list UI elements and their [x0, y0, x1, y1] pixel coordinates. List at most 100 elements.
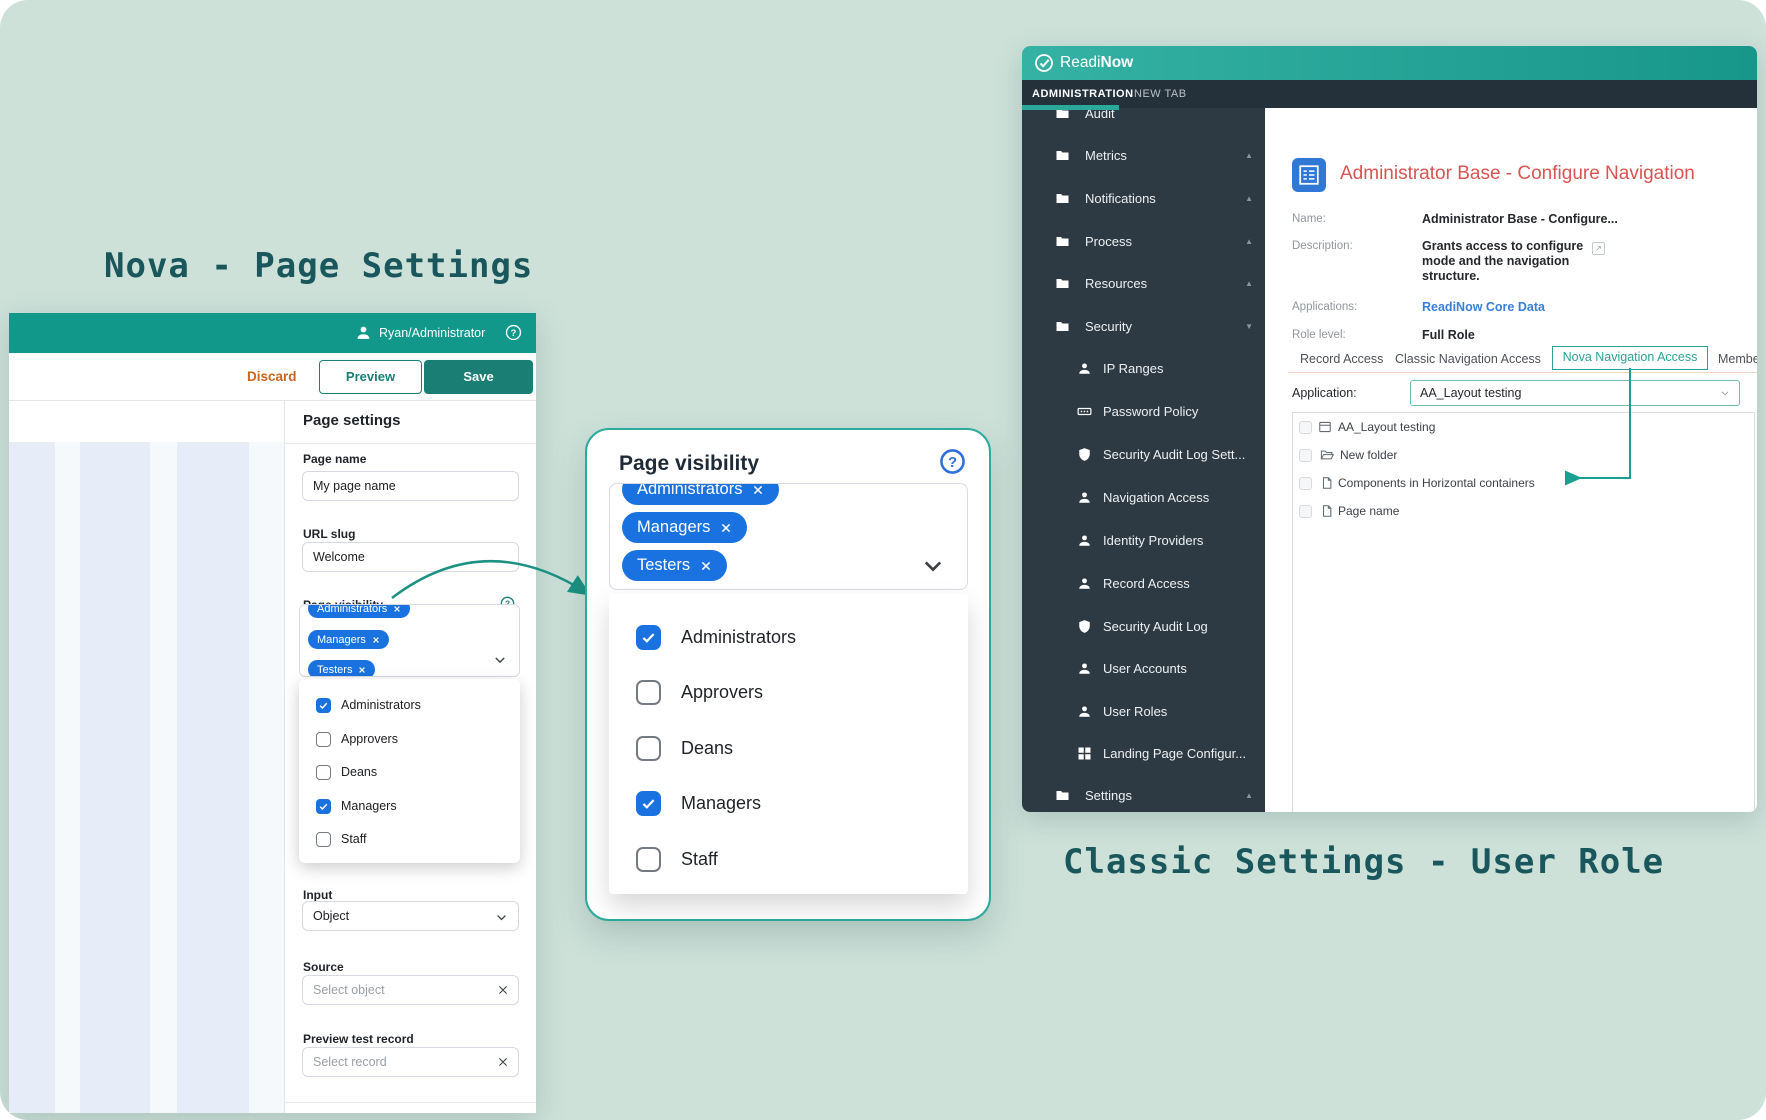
save-button[interactable]: Save: [424, 360, 533, 394]
visibility-dropdown-large: Administrators Approvers Deans Managers …: [609, 594, 968, 894]
sidebar-item-password-policy[interactable]: Password Policy: [1022, 401, 1265, 421]
option-approvers[interactable]: Approvers: [299, 727, 520, 751]
checkbox-unchecked-icon[interactable]: [316, 732, 331, 747]
tree-checkbox[interactable]: [1299, 449, 1312, 462]
option-staff[interactable]: Staff: [609, 844, 968, 874]
tab-record-access[interactable]: Record Access: [1300, 352, 1383, 366]
checkbox-unchecked-icon[interactable]: [636, 847, 661, 872]
tab-new-tab[interactable]: NEW TAB: [1134, 80, 1187, 108]
chip-remove-icon[interactable]: [752, 484, 764, 496]
tab-administration[interactable]: ADMINISTRATION: [1032, 80, 1134, 108]
clear-source-icon[interactable]: [497, 984, 509, 996]
sidebar-item-security[interactable]: Security ▼: [1022, 316, 1265, 336]
expand-arrow-icon[interactable]: ▼: [1245, 322, 1253, 331]
chevron-down-icon[interactable]: [921, 554, 945, 578]
option-managers[interactable]: Managers: [299, 794, 520, 818]
current-user-label: Ryan/Administrator: [379, 313, 485, 353]
sidebar-item-ip-ranges[interactable]: IP Ranges: [1022, 358, 1265, 378]
chip-remove-icon[interactable]: [372, 636, 380, 644]
checkbox-unchecked-icon[interactable]: [316, 832, 331, 847]
collapse-arrow-icon[interactable]: ▲: [1245, 237, 1253, 246]
sidebar-item-security-audit-log-settings[interactable]: Security Audit Log Sett...: [1022, 444, 1265, 464]
tree-checkbox[interactable]: [1299, 505, 1312, 518]
checkbox-checked-icon[interactable]: [636, 625, 661, 650]
option-deans[interactable]: Deans: [609, 733, 968, 763]
applications-field-label: Applications:: [1292, 301, 1357, 313]
folder-icon: [1055, 191, 1070, 206]
input-select[interactable]: Object: [302, 901, 519, 931]
sidebar-item-record-access[interactable]: Record Access: [1022, 573, 1265, 593]
popup-help-icon[interactable]: ?: [939, 448, 966, 475]
collapse-arrow-icon[interactable]: ▲: [1245, 151, 1253, 160]
discard-button[interactable]: Discard: [247, 353, 297, 401]
readinow-logo-icon: [1034, 53, 1054, 73]
visibility-multiselect-large[interactable]: Administrators Managers Testers: [609, 483, 968, 590]
person-icon: [1077, 533, 1092, 548]
option-managers[interactable]: Managers: [609, 788, 968, 818]
layout-gutter: [249, 442, 284, 1113]
sidebar-item-process[interactable]: Process ▲: [1022, 231, 1265, 251]
sidebar-item-security-audit-log[interactable]: Security Audit Log: [1022, 616, 1265, 636]
tree-row-page-name[interactable]: Page name: [1293, 501, 1754, 521]
collapse-arrow-icon[interactable]: ▲: [1245, 791, 1253, 800]
page-settings-sidebar: Page settings Page name URL slug Page vi…: [284, 401, 536, 1113]
chip-testers[interactable]: Testers: [308, 660, 375, 677]
sidebar-item-user-accounts[interactable]: User Accounts: [1022, 658, 1265, 678]
sidebar-item-settings[interactable]: Settings ▲: [1022, 785, 1265, 805]
password-icon: [1077, 404, 1092, 419]
page-name-input[interactable]: [302, 471, 519, 501]
option-administrators[interactable]: Administrators: [609, 622, 968, 652]
sidebar-item-notifications[interactable]: Notifications ▲: [1022, 188, 1265, 208]
sidebar-item-navigation-access[interactable]: Navigation Access: [1022, 487, 1265, 507]
folder-icon: [1055, 319, 1070, 334]
checkbox-unchecked-icon[interactable]: [316, 765, 331, 780]
collapse-arrow-icon[interactable]: ▲: [1245, 279, 1253, 288]
name-field-value: Administrator Base - Configure...: [1422, 212, 1618, 226]
tree-row-components[interactable]: Components in Horizontal containers: [1293, 473, 1754, 493]
sidebar-item-user-roles[interactable]: User Roles: [1022, 701, 1265, 721]
source-input[interactable]: [302, 975, 519, 1005]
tree-row-application[interactable]: AA_Layout testing: [1293, 417, 1754, 437]
option-approvers[interactable]: Approvers: [609, 677, 968, 707]
checkbox-checked-icon[interactable]: [316, 698, 331, 713]
preview-button[interactable]: Preview: [319, 360, 422, 394]
chip-administrators[interactable]: Administrators: [622, 483, 779, 505]
chip-remove-icon[interactable]: [358, 666, 366, 674]
sidebar-item-identity-providers[interactable]: Identity Providers: [1022, 530, 1265, 550]
checkbox-unchecked-icon[interactable]: [636, 680, 661, 705]
expand-description-icon[interactable]: ↗: [1592, 242, 1605, 255]
record-title: Administrator Base - Configure Navigatio…: [1340, 163, 1695, 185]
tab-member[interactable]: Member: [1718, 352, 1757, 366]
description-field-value: Grants access to configure mode and the …: [1422, 239, 1590, 284]
sidebar-item-resources[interactable]: Resources ▲: [1022, 273, 1265, 293]
clear-record-icon[interactable]: [497, 1056, 509, 1068]
applications-link[interactable]: ReadiNow Core Data: [1422, 300, 1545, 314]
option-administrators[interactable]: Administrators: [299, 693, 520, 717]
chevron-down-icon[interactable]: [493, 653, 507, 667]
sidebar-item-audit[interactable]: Audit: [1022, 108, 1265, 123]
chip-testers[interactable]: Testers: [622, 550, 727, 581]
chip-remove-icon[interactable]: [720, 522, 732, 534]
source-label: Source: [303, 960, 344, 974]
sidebar-item-metrics[interactable]: Metrics ▲: [1022, 145, 1265, 165]
checkbox-checked-icon[interactable]: [316, 799, 331, 814]
tree-checkbox[interactable]: [1299, 421, 1312, 434]
chip-managers[interactable]: Managers: [308, 630, 389, 649]
option-staff[interactable]: Staff: [299, 827, 520, 851]
tree-checkbox[interactable]: [1299, 477, 1312, 490]
tree-row-new-folder[interactable]: New folder: [1293, 445, 1754, 465]
svg-text:?: ?: [511, 328, 517, 338]
tab-classic-navigation-access[interactable]: Classic Navigation Access: [1395, 352, 1541, 366]
chip-managers[interactable]: Managers: [622, 512, 747, 543]
collapse-arrow-icon[interactable]: ▲: [1245, 194, 1253, 203]
chip-remove-icon[interactable]: [700, 560, 712, 572]
application-label: Application:: [1292, 386, 1357, 400]
checkbox-unchecked-icon[interactable]: [636, 736, 661, 761]
option-deans[interactable]: Deans: [299, 760, 520, 784]
sidebar-item-landing-page-configuration[interactable]: Landing Page Configur...: [1022, 743, 1265, 763]
name-field-label: Name:: [1292, 213, 1326, 225]
help-icon[interactable]: ?: [505, 324, 522, 341]
checkbox-checked-icon[interactable]: [636, 791, 661, 816]
tabs-underline: [1288, 372, 1757, 373]
preview-record-input[interactable]: [302, 1047, 519, 1077]
